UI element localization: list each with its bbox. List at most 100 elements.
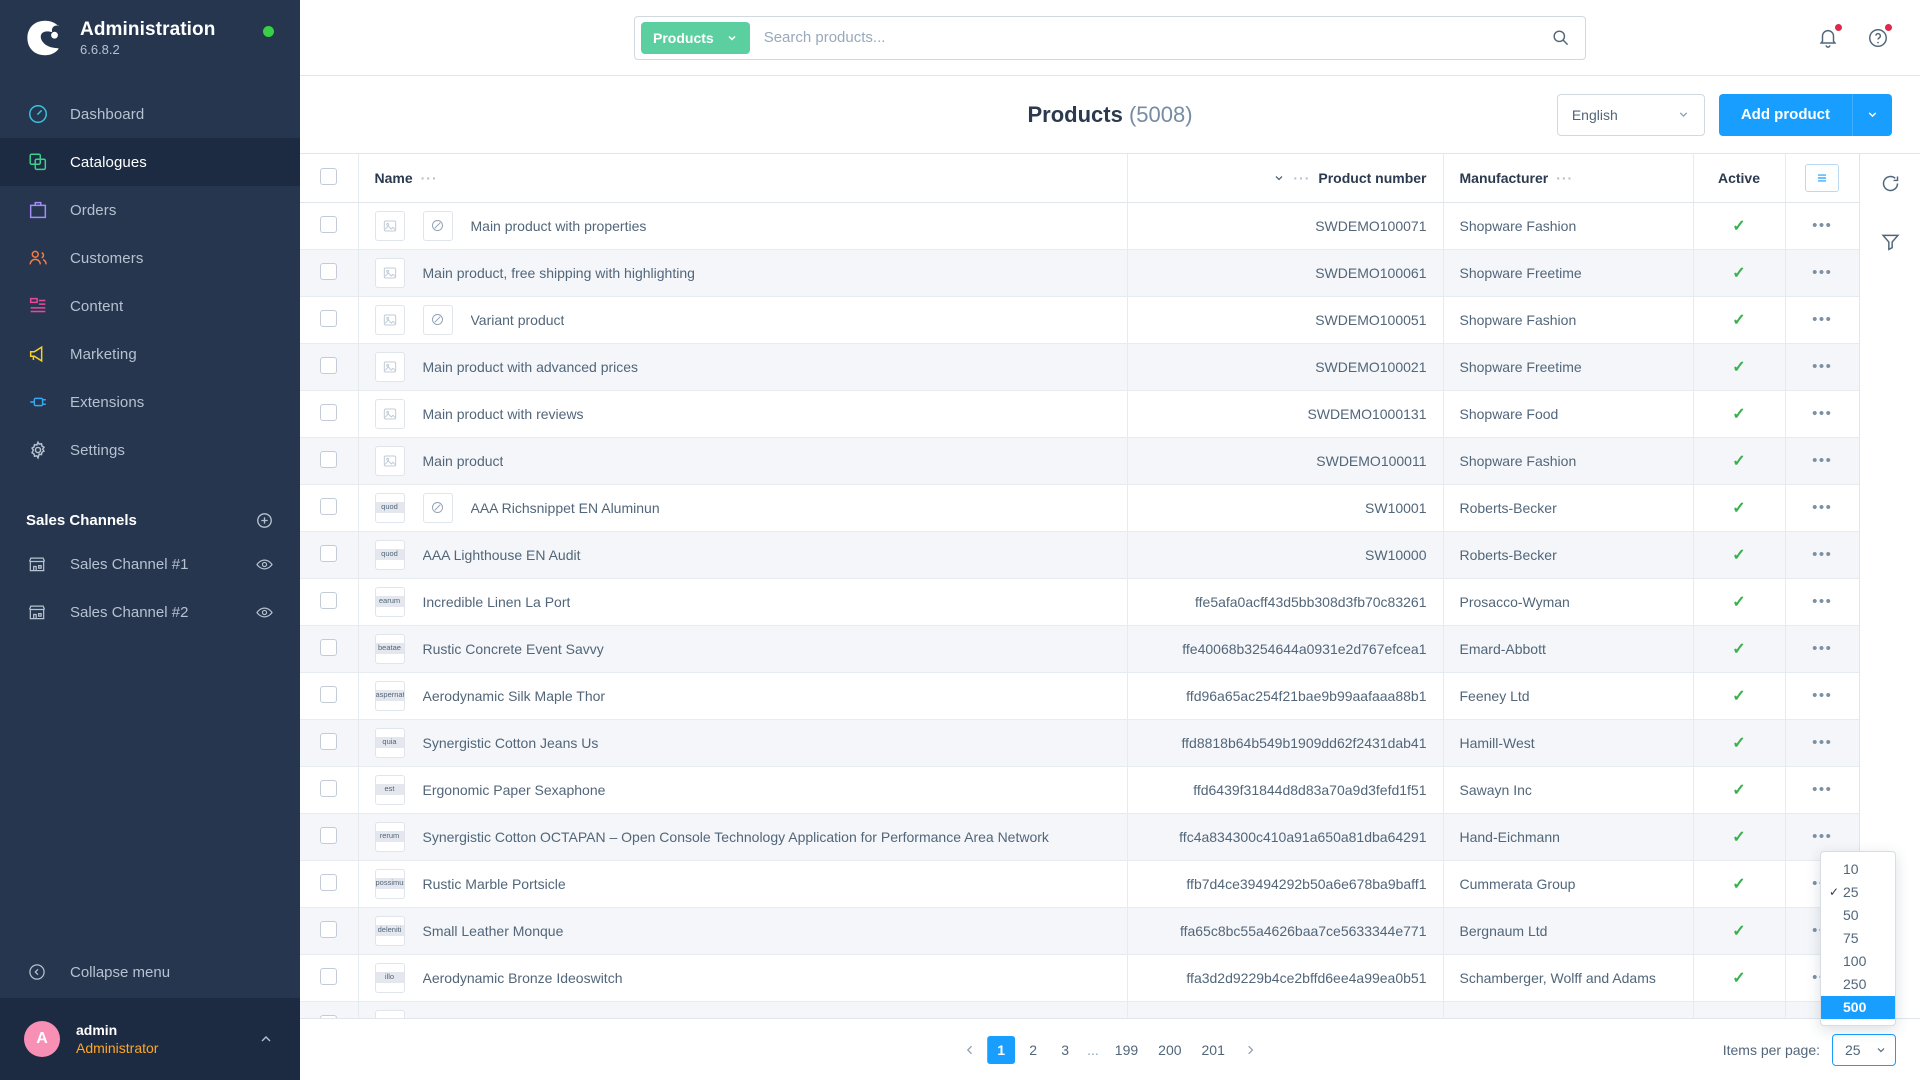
row-context-menu-button[interactable]: ••• (1812, 734, 1832, 751)
table-row[interactable]: Main product SWDEMO100011 Shopware Fashion… (300, 437, 1859, 485)
collapse-menu-button[interactable]: Collapse menu (0, 946, 300, 998)
sidebar-item-marketing[interactable]: Marketing (0, 330, 300, 378)
prev-page-button[interactable] (957, 1037, 983, 1063)
eye-icon[interactable] (255, 555, 274, 574)
row-checkbox[interactable] (320, 779, 337, 797)
refresh-icon[interactable] (1873, 166, 1907, 200)
row-context-menu-button[interactable]: ••• (1812, 499, 1832, 516)
row-checkbox[interactable] (320, 309, 337, 327)
page-button-201[interactable]: 201 (1194, 1036, 1233, 1064)
row-context-menu-button[interactable]: ••• (1812, 217, 1832, 234)
table-row[interactable]: Main product with reviews SWDEMO1000131 Sh… (300, 390, 1859, 438)
row-checkbox[interactable] (320, 450, 337, 468)
language-select[interactable]: English (1556, 93, 1705, 136)
column-header-active[interactable]: Active (1693, 154, 1785, 203)
table-row[interactable]: Main product with advanced prices SWDEMO1… (300, 343, 1859, 391)
page-button-199[interactable]: 199 (1107, 1036, 1146, 1064)
table-row[interactable]: quod AAA Lighthouse EN Audit SW10000 Robert… (300, 531, 1859, 579)
add-product-button[interactable]: Add product (1718, 93, 1852, 136)
table-row[interactable]: rerum Synergistic Cotton OCTAPAN – Open C… (300, 813, 1859, 861)
row-checkbox[interactable] (320, 873, 337, 891)
row-checkbox[interactable] (320, 356, 337, 374)
chevron-up-icon[interactable] (258, 1031, 274, 1047)
column-header-product-number[interactable]: ··· Product number (1127, 154, 1444, 203)
help-icon[interactable] (1864, 22, 1893, 52)
row-checkbox[interactable] (320, 591, 337, 609)
table-row[interactable]: illo Aerodynamic Bronze Ideoswitch ffa3d2d… (300, 954, 1859, 1002)
sidebar-item-sales-channel-1[interactable]: Sales Channel #1 (0, 540, 300, 588)
row-context-menu-button[interactable]: ••• (1812, 781, 1832, 798)
row-checkbox[interactable] (320, 215, 337, 233)
items-per-page-option-10[interactable]: 10 (1821, 858, 1895, 881)
table-row[interactable]: Main product, free shipping with highlig… (300, 249, 1859, 297)
bell-icon[interactable] (1814, 22, 1843, 52)
table-settings-icon[interactable] (1805, 163, 1840, 192)
row-checkbox[interactable] (320, 262, 337, 280)
table-row[interactable]: est Ergonomic Paper Sexaphone ffd6439f3184… (300, 766, 1859, 814)
items-per-page-option-75[interactable]: 75 (1821, 927, 1895, 950)
next-page-button[interactable] (1237, 1037, 1263, 1063)
add-product-dropdown-icon[interactable] (1852, 93, 1892, 136)
add-sales-channel-icon[interactable] (254, 510, 274, 530)
table-row[interactable]: earum Incredible Linen La Port ffe5afa0acf… (300, 578, 1859, 626)
select-all-checkbox[interactable] (320, 167, 337, 185)
table-row[interactable]: quod AAA Richsnippet EN Aluminun SW10001 Ro… (300, 484, 1859, 532)
row-context-menu-button[interactable]: ••• (1812, 405, 1832, 422)
sidebar-item-customers[interactable]: Customers (0, 234, 300, 282)
items-per-page-option-100[interactable]: 100 (1821, 950, 1895, 973)
search-icon[interactable] (1545, 23, 1575, 53)
items-per-page-select[interactable]: 25 (1832, 1033, 1896, 1066)
row-checkbox[interactable] (320, 497, 337, 515)
column-options-icon[interactable]: ··· (421, 171, 438, 185)
row-checkbox[interactable] (320, 638, 337, 656)
sidebar-item-sales-channel-2[interactable]: Sales Channel #2 (0, 588, 300, 636)
row-context-menu-button[interactable]: ••• (1812, 358, 1832, 375)
filter-icon[interactable] (1873, 224, 1907, 258)
row-checkbox[interactable] (320, 685, 337, 703)
row-checkbox[interactable] (320, 544, 337, 562)
table-row[interactable]: beatae Rustic Concrete Event Savvy ffe4006… (300, 625, 1859, 673)
page-button-1[interactable]: 1 (987, 1035, 1016, 1064)
table-row[interactable]: possimus Rustic Marble Portsicle ffb7d4ce3… (300, 860, 1859, 908)
table-row[interactable]: deleniti Small Leather Monque ffa65c8bc55a… (300, 907, 1859, 955)
row-checkbox[interactable] (320, 967, 337, 985)
row-checkbox[interactable] (320, 826, 337, 844)
user-menu[interactable]: A admin Administrator (0, 998, 300, 1080)
column-options-icon[interactable]: ··· (1293, 171, 1310, 185)
page-button-2[interactable]: 2 (1019, 1036, 1047, 1064)
sort-desc-icon[interactable] (1273, 172, 1285, 184)
row-checkbox[interactable] (320, 732, 337, 750)
row-context-menu-button[interactable]: ••• (1812, 546, 1832, 563)
row-context-menu-button[interactable]: ••• (1812, 687, 1832, 704)
row-context-menu-button[interactable]: ••• (1812, 311, 1832, 328)
table-row[interactable]: quia Synergistic Cotton Jeans Us ffd8818b6… (300, 719, 1859, 767)
page-button-200[interactable]: 200 (1150, 1036, 1189, 1064)
sidebar-item-settings[interactable]: Settings (0, 426, 300, 474)
table-row[interactable]: Main product with properties SWDEMO100071… (300, 202, 1859, 250)
row-context-menu-button[interactable]: ••• (1812, 640, 1832, 657)
row-context-menu-button[interactable]: ••• (1812, 828, 1832, 845)
eye-icon[interactable] (255, 603, 274, 622)
sidebar-item-content[interactable]: Content (0, 282, 300, 330)
sidebar-item-dashboard[interactable]: Dashboard (0, 90, 300, 138)
items-per-page-option-500[interactable]: 500 (1821, 995, 1895, 1019)
items-per-page-option-25[interactable]: ✓ 25 (1821, 881, 1895, 904)
column-header-manufacturer[interactable]: Manufacturer ··· (1443, 154, 1694, 203)
sidebar-item-orders[interactable]: Orders (0, 186, 300, 234)
search-scope-dropdown[interactable]: Products (641, 21, 750, 54)
column-options-icon[interactable]: ··· (1556, 171, 1573, 185)
table-row[interactable]: Variant product SWDEMO100051 Shopware Fash… (300, 296, 1859, 344)
row-context-menu-button[interactable]: ••• (1812, 593, 1832, 610)
row-context-menu-button[interactable]: ••• (1812, 264, 1832, 281)
sidebar-item-extensions[interactable]: Extensions (0, 378, 300, 426)
search-input[interactable] (755, 29, 1545, 46)
row-context-menu-button[interactable]: ••• (1812, 452, 1832, 469)
sidebar-item-catalogues[interactable]: Catalogues (0, 138, 300, 186)
page-button-3[interactable]: 3 (1051, 1036, 1079, 1064)
table-row[interactable]: aspernatur Aerodynamic Silk Maple Thor ffd… (300, 672, 1859, 720)
items-per-page-option-250[interactable]: 250 (1821, 973, 1895, 996)
search-box[interactable]: Products (634, 15, 1586, 60)
column-header-name[interactable]: Name ··· (358, 154, 1128, 203)
items-per-page-option-50[interactable]: 50 (1821, 904, 1895, 927)
row-checkbox[interactable] (320, 920, 337, 938)
